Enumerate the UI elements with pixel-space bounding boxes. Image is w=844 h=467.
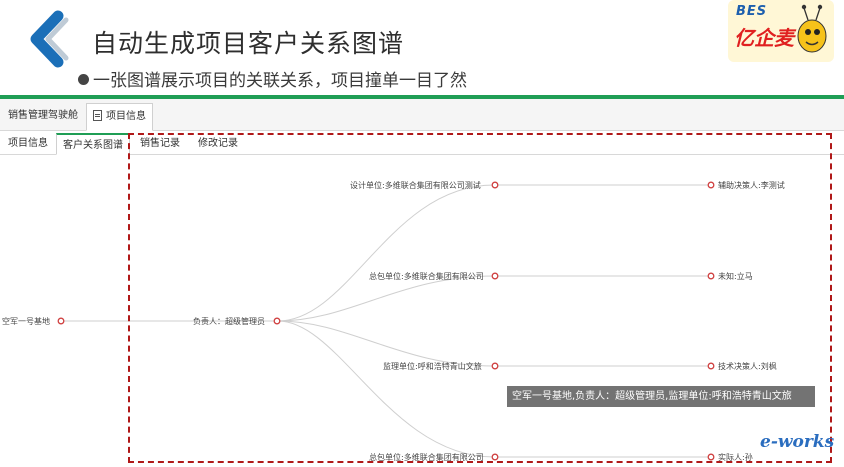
tab-sales-cockpit-label: 销售管理驾驶舱 xyxy=(8,110,78,121)
logo-name: 亿企麦 xyxy=(734,26,794,50)
node-unit-4[interactable] xyxy=(491,453,499,461)
tab-sales-cockpit[interactable]: 销售管理驾驶舱 xyxy=(2,103,84,131)
node-unit-2[interactable] xyxy=(491,272,499,280)
subtab-change-records-label: 修改记录 xyxy=(198,138,238,149)
node-unit-1-label: 设计单位:多维联合集团有限公司测试 xyxy=(350,180,481,190)
watermark: e-works xyxy=(760,432,835,452)
edge-owner-unit-2 xyxy=(277,275,495,322)
node-contact-4[interactable] xyxy=(707,453,715,461)
edge-owner-unit-1 xyxy=(277,184,495,322)
top-tab-bar: 销售管理驾驶舱 项目信息 xyxy=(0,99,844,131)
node-owner-label: 负责人：超级管理员 xyxy=(193,316,265,326)
node-contact-3[interactable] xyxy=(707,362,715,370)
subtab-project-info[interactable]: 项目信息 xyxy=(2,133,54,155)
app-window: 销售管理驾驶舱 项目信息 项目信息 客户关系图谱 销售记录 修改记录 空军一号基… xyxy=(0,99,844,467)
graph-tooltip: 空军一号基地,负责人：超级管理员,监理单位:呼和浩特青山文旅 xyxy=(507,386,815,407)
subtab-project-info-label: 项目信息 xyxy=(8,138,48,149)
node-unit-2-label: 总包单位:多维联合集团有限公司 xyxy=(369,271,484,281)
document-icon xyxy=(93,110,102,121)
edge-owner-unit-4 xyxy=(277,320,495,458)
node-contact-2[interactable] xyxy=(707,272,715,280)
subtab-customer-graph[interactable]: 客户关系图谱 xyxy=(56,133,130,155)
slide-title: 自动生成项目客户关系图谱 xyxy=(92,29,405,58)
slide-subtitle-text: 一张图谱展示项目的关联关系，项目撞单一目了然 xyxy=(93,71,467,91)
back-chevron-icon xyxy=(30,10,69,68)
node-root[interactable] xyxy=(57,317,65,325)
bullet-icon xyxy=(78,74,89,85)
node-unit-3-label: 监理单位:呼和浩特青山文旅 xyxy=(383,361,482,371)
slide-header: 自动生成项目客户关系图谱 一张图谱展示项目的关联关系，项目撞单一目了然 BES … xyxy=(0,0,844,100)
node-root-label: 空军一号基地 xyxy=(2,316,50,326)
node-contact-1[interactable] xyxy=(707,181,715,189)
slide-subtitle: 一张图谱展示项目的关联关系，项目撞单一目了然 xyxy=(78,66,467,91)
edge-owner-unit-3 xyxy=(277,320,495,367)
sub-tab-bar: 项目信息 客户关系图谱 销售记录 修改记录 xyxy=(0,133,844,155)
tab-project-info-label: 项目信息 xyxy=(106,111,146,122)
tab-project-info[interactable]: 项目信息 xyxy=(86,103,153,131)
node-contact-2-label: 未知:立马 xyxy=(718,271,753,281)
subtab-sales-records[interactable]: 销售记录 xyxy=(134,133,186,155)
relationship-graph[interactable]: 空军一号基地 负责人：超级管理员 设计单位:多维联合集团有限公司测试 总包单位:… xyxy=(0,156,844,467)
subtab-sales-records-label: 销售记录 xyxy=(140,138,180,149)
subtab-change-records[interactable]: 修改记录 xyxy=(192,133,244,155)
node-owner[interactable] xyxy=(273,317,281,325)
logo-brand: BES xyxy=(736,4,768,19)
node-unit-4-label: 总包单位:多维联合集团有限公司 xyxy=(369,452,484,462)
brand-logo: BES 亿企麦 xyxy=(728,0,834,66)
node-contact-4-label: 实际人:孙 xyxy=(718,452,753,462)
node-contact-3-label: 技术决策人:刘枫 xyxy=(718,361,777,371)
subtab-customer-graph-label: 客户关系图谱 xyxy=(63,140,123,151)
node-unit-3[interactable] xyxy=(491,362,499,370)
node-contact-1-label: 辅助决策人:李测试 xyxy=(718,180,785,190)
node-unit-1[interactable] xyxy=(491,181,499,189)
